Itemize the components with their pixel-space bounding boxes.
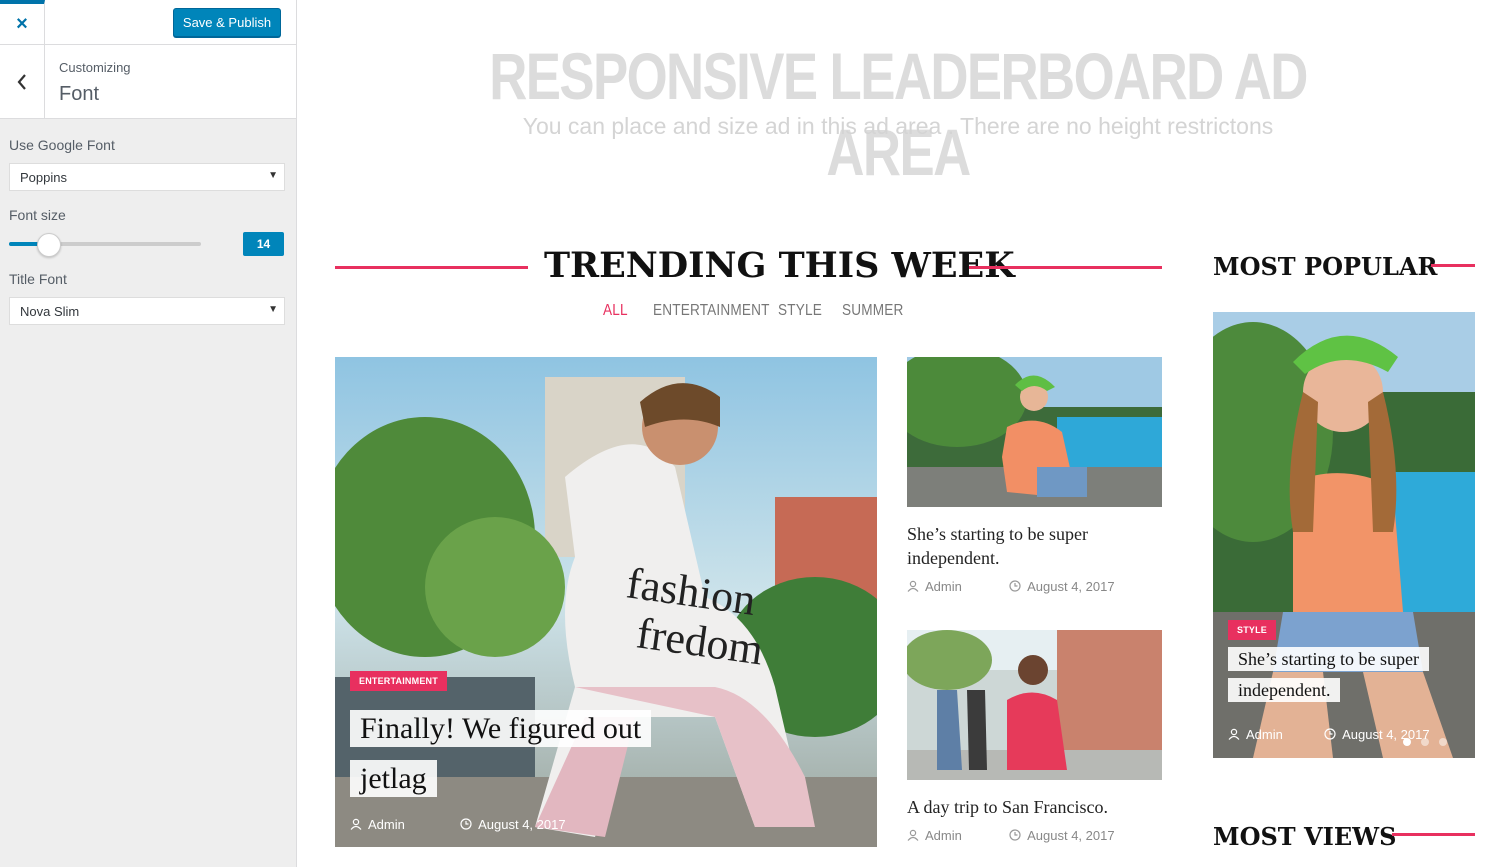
- section-title: Font: [59, 83, 100, 105]
- featured-title-line2: jetlag: [350, 760, 437, 797]
- card-image[interactable]: [907, 630, 1162, 780]
- heading-rule-right: [969, 266, 1162, 269]
- customizer-sidebar: × Save & Publish Customizing Font Use Go…: [0, 0, 297, 867]
- card-title[interactable]: A day trip to San Francisco.: [907, 795, 1162, 819]
- post-date: August 4, 2017: [478, 817, 566, 832]
- featured-post-image[interactable]: fashion fredom ENTERTAINMENT Finally! We…: [335, 357, 877, 847]
- most-popular-title: MOST POPULAR: [1213, 252, 1438, 281]
- font-size-value[interactable]: 14: [243, 232, 284, 256]
- heading-rule-left: [335, 266, 528, 269]
- back-icon[interactable]: [0, 45, 45, 118]
- user-icon: [350, 818, 362, 830]
- carousel-dot[interactable]: [1439, 738, 1447, 746]
- trending-title: TRENDING THIS WEEK: [544, 245, 1015, 286]
- heading-rule: [1431, 264, 1475, 267]
- card-meta: Admin August 4, 2017: [907, 828, 1115, 843]
- popular-title-line1: She’s starting to be super: [1228, 647, 1429, 671]
- card-image[interactable]: [907, 357, 1162, 507]
- ad-area-subtitle: You can place and size ad in this ad are…: [522, 113, 1274, 139]
- carousel-dot[interactable]: [1421, 738, 1429, 746]
- user-icon: [907, 829, 919, 841]
- carousel-dot[interactable]: [1403, 738, 1411, 746]
- author-name[interactable]: Admin: [925, 579, 962, 594]
- card-title[interactable]: She’s starting to be super independent.: [907, 522, 1162, 570]
- popular-post-image[interactable]: STYLE She’s starting to be super indepen…: [1213, 312, 1475, 758]
- google-font-select[interactable]: Poppins ▼: [9, 163, 285, 191]
- post-date: August 4, 2017: [1027, 828, 1115, 843]
- tab-summer[interactable]: SUMMER: [842, 302, 903, 320]
- user-icon: [907, 580, 919, 592]
- title-font-select[interactable]: Nova Slim ▼: [9, 297, 285, 325]
- font-size-label: Font size: [9, 207, 66, 223]
- most-views-title: MOST VIEWS: [1213, 822, 1397, 851]
- featured-meta: Admin August 4, 2017: [350, 817, 566, 832]
- clock-icon: [1009, 580, 1021, 592]
- title-font-value: Nova Slim: [20, 304, 80, 319]
- author-name[interactable]: Admin: [925, 828, 962, 843]
- tab-style[interactable]: STYLE: [778, 302, 822, 320]
- category-badge[interactable]: STYLE: [1228, 620, 1277, 640]
- chevron-down-icon: ▼: [268, 304, 278, 315]
- carousel-dots: [1393, 733, 1447, 751]
- save-publish-button[interactable]: Save & Publish: [173, 8, 281, 37]
- chevron-down-icon: ▼: [268, 170, 278, 181]
- site-preview: RESPONSIVE LEADERBOARD AD AREA You can p…: [298, 0, 1498, 867]
- font-size-slider-handle[interactable]: [37, 233, 62, 257]
- close-icon[interactable]: ×: [0, 0, 45, 44]
- google-font-label: Use Google Font: [9, 137, 115, 153]
- google-font-value: Poppins: [20, 170, 67, 185]
- tab-entertainment[interactable]: ENTERTAINMENT: [653, 302, 770, 320]
- breadcrumb: Customizing: [59, 60, 131, 75]
- section-header: Customizing Font: [0, 45, 296, 119]
- post-date: August 4, 2017: [1027, 579, 1115, 594]
- customizer-header: × Save & Publish: [0, 0, 296, 45]
- user-icon: [1228, 728, 1240, 740]
- popular-post-title[interactable]: She’s starting to be super independent.: [1228, 644, 1468, 706]
- featured-title-line1: Finally! We figured out: [350, 710, 652, 747]
- clock-icon: [1009, 829, 1021, 841]
- popular-title-line2: independent.: [1228, 678, 1341, 702]
- category-badge[interactable]: ENTERTAINMENT: [350, 671, 447, 691]
- author-name[interactable]: Admin: [368, 817, 405, 832]
- author-name[interactable]: Admin: [1246, 727, 1283, 742]
- featured-post-title[interactable]: Finally! We figured out jetlag: [350, 704, 750, 804]
- title-font-label: Title Font: [9, 271, 67, 287]
- card-meta: Admin August 4, 2017: [907, 579, 1115, 594]
- heading-rule: [1392, 833, 1475, 836]
- clock-icon: [460, 818, 472, 830]
- tab-all[interactable]: ALL: [603, 302, 628, 320]
- clock-icon: [1324, 728, 1336, 740]
